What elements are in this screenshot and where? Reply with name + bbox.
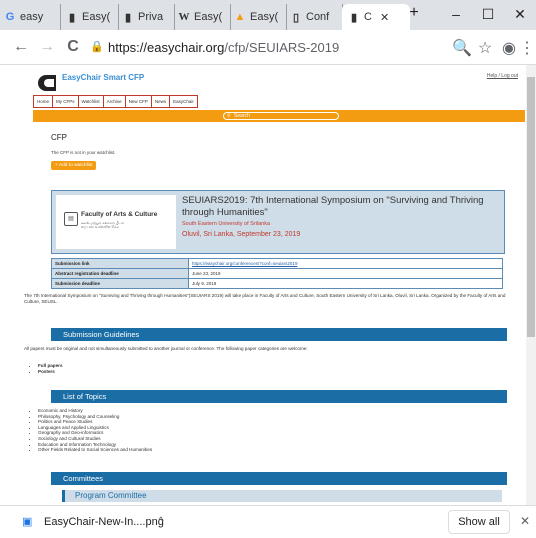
search-bar: ⚲ Search bbox=[33, 110, 525, 122]
list-item: Posters bbox=[38, 369, 63, 375]
faculty-subtitle-sinhala: කලා සහ සංස්කෘතික පීඨය bbox=[81, 225, 119, 229]
file-icon: ▣ bbox=[22, 516, 33, 528]
main-menu: Home My CFPs Watchlist Archive New CFP N… bbox=[33, 95, 198, 108]
faculty-logo: ▤ Faculty of Arts & Culture கலை மற்றும் … bbox=[56, 195, 176, 249]
info-key: Submission deadline bbox=[51, 278, 189, 289]
url-text: https://easychair.org/cfp/SEUIARS-2019 bbox=[108, 40, 339, 55]
forward-button[interactable]: → bbox=[38, 38, 56, 56]
tab-label: Conf bbox=[306, 11, 330, 23]
list-item: Full papers bbox=[38, 363, 63, 369]
tab-google[interactable]: G easy bbox=[4, 4, 61, 30]
downloads-bar: ▣ EasyChair-New-In....png ^ Show all ✕ bbox=[0, 505, 536, 538]
close-icon[interactable]: ✕ bbox=[520, 514, 530, 528]
tab-wikipedia[interactable]: W Easy( bbox=[178, 4, 231, 30]
browser-tab-strip: G easy ▮ Easy( ▮ Priva W Easy( ▲ Easy( ▯… bbox=[0, 0, 536, 30]
table-row: Submission deadline July 9, 2019 bbox=[51, 278, 503, 289]
page-scrollbar[interactable] bbox=[526, 65, 536, 505]
tab-active[interactable]: ▮ C ✕ bbox=[342, 4, 410, 30]
categories-list: Full papers Posters bbox=[30, 363, 63, 374]
conference-title: SEUIARS2019: 7th International Symposium… bbox=[182, 195, 484, 218]
guidelines-text: All papers must be original and not simu… bbox=[24, 346, 308, 351]
url-path: /cfp/SEUIARS-2019 bbox=[224, 40, 340, 55]
lock-icon: 🔒 bbox=[90, 41, 104, 53]
info-value: June 23, 2019 bbox=[188, 268, 503, 279]
menu-item-easychair[interactable]: EasyChair bbox=[170, 96, 197, 107]
page-content: EasyChair Smart CFP Help / Log out Home … bbox=[0, 65, 526, 505]
menu-item-my-cfps[interactable]: My CFPs bbox=[53, 96, 79, 107]
easychair-logo bbox=[38, 75, 56, 91]
close-tab-icon[interactable]: ✕ bbox=[380, 11, 389, 24]
tab-easychair-2[interactable]: ▮ Priva bbox=[122, 4, 175, 30]
tab-label: easy bbox=[20, 11, 44, 23]
new-tab-button[interactable]: + bbox=[404, 4, 424, 22]
conference-location: Oluvil, Sri Lanka, September 23, 2019 bbox=[182, 231, 301, 238]
info-value: July 9, 2019 bbox=[188, 278, 503, 289]
section-heading: Submission Guidelines bbox=[51, 328, 507, 341]
tab-orange[interactable]: ▲ Easy( bbox=[234, 4, 287, 30]
address-bar[interactable]: 🔒 https://easychair.org/cfp/SEUIARS-2019 bbox=[88, 35, 452, 59]
info-key: Abstract registration deadline bbox=[51, 268, 189, 279]
menu-item-watchlist[interactable]: Watchlist bbox=[79, 96, 104, 107]
conference-header: ▤ Faculty of Arts & Culture கலை மற்றும் … bbox=[51, 190, 505, 254]
show-all-button[interactable]: Show all bbox=[448, 510, 510, 534]
faculty-name: Faculty of Arts & Culture bbox=[81, 211, 158, 218]
submission-link[interactable]: https://easychair.org/conferences/?conf=… bbox=[188, 258, 503, 269]
menu-item-news[interactable]: News bbox=[152, 96, 171, 107]
faculty-subtitle: கலை மற்றும் கலாசார பீடம் කලා සහ සංස්කෘති… bbox=[81, 221, 124, 229]
reload-button[interactable]: C bbox=[64, 38, 82, 56]
search-input[interactable]: ⚲ Search bbox=[223, 112, 339, 120]
menu-item-home[interactable]: Home bbox=[34, 96, 54, 107]
doc-icon: ▯ bbox=[292, 11, 300, 24]
info-key: Submission link bbox=[51, 258, 189, 269]
page-title: CFP bbox=[51, 133, 67, 142]
easychair-icon: ▮ bbox=[124, 11, 132, 24]
maximize-button[interactable]: ☐ bbox=[478, 6, 498, 23]
browser-toolbar: ← → C 🔒 https://easychair.org/cfp/SEUIAR… bbox=[0, 30, 536, 65]
help-logout-link[interactable]: Help / Log out bbox=[487, 73, 518, 79]
wikipedia-icon: W bbox=[178, 11, 190, 23]
profile-icon[interactable]: ◉ bbox=[500, 38, 518, 58]
table-row: Submission link https://easychair.org/co… bbox=[51, 258, 503, 269]
menu-icon[interactable]: ⋮ bbox=[518, 38, 536, 58]
site-name: EasyChair Smart CFP bbox=[62, 73, 145, 82]
scrollbar-thumb[interactable] bbox=[527, 77, 535, 337]
tab-label: Easy( bbox=[82, 11, 111, 23]
tab-label: Easy( bbox=[250, 11, 279, 23]
search-placeholder: Search bbox=[234, 113, 250, 119]
search-icon: ⚲ bbox=[227, 113, 231, 119]
url-host: https://easychair.org bbox=[108, 40, 225, 55]
tab-easychair-1[interactable]: ▮ Easy( bbox=[66, 4, 119, 30]
topics-list: Economic and History Philosophy, Psychol… bbox=[30, 408, 152, 453]
list-item: Other Fields Related to Social Sciences … bbox=[38, 447, 152, 453]
easychair-icon: ▮ bbox=[68, 11, 76, 24]
easychair-icon: ▮ bbox=[350, 11, 358, 24]
tab-doc[interactable]: ▯ Conf bbox=[290, 4, 343, 30]
tab-label: Priva bbox=[138, 11, 164, 23]
chevron-up-icon[interactable]: ^ bbox=[158, 514, 164, 528]
menu-item-new-cfp[interactable]: New CFP bbox=[126, 96, 152, 107]
add-to-watchlist-button[interactable]: + Add to watchlist bbox=[51, 161, 97, 170]
back-button[interactable]: ← bbox=[12, 38, 30, 56]
faculty-emblem-icon: ▤ bbox=[64, 212, 78, 226]
info-table: Submission link https://easychair.org/co… bbox=[51, 258, 503, 289]
google-icon: G bbox=[5, 11, 15, 23]
orange-icon: ▲ bbox=[234, 11, 246, 23]
intro-text: The 7th International Symposium on "Surv… bbox=[24, 293, 506, 304]
download-file-name[interactable]: EasyChair-New-In....png bbox=[44, 516, 164, 528]
menu-item-archive[interactable]: Archive bbox=[104, 96, 126, 107]
tab-label: C bbox=[364, 11, 372, 23]
section-heading: Committees bbox=[51, 472, 507, 485]
tab-label: Easy( bbox=[194, 11, 223, 23]
close-window-button[interactable]: ✕ bbox=[510, 6, 530, 23]
section-heading: List of Topics bbox=[51, 390, 507, 403]
table-row: Abstract registration deadline June 23, … bbox=[51, 268, 503, 279]
watchlist-status: The CFP is not in your watchlist. bbox=[51, 150, 116, 155]
bookmark-star-icon[interactable]: ☆ bbox=[476, 38, 494, 58]
minimize-button[interactable]: – bbox=[446, 6, 466, 22]
subsection-heading: Program Committee bbox=[62, 490, 502, 502]
conference-university: South Eastern University of Srilanka bbox=[182, 221, 271, 227]
zoom-icon[interactable]: 🔍 bbox=[452, 38, 472, 58]
